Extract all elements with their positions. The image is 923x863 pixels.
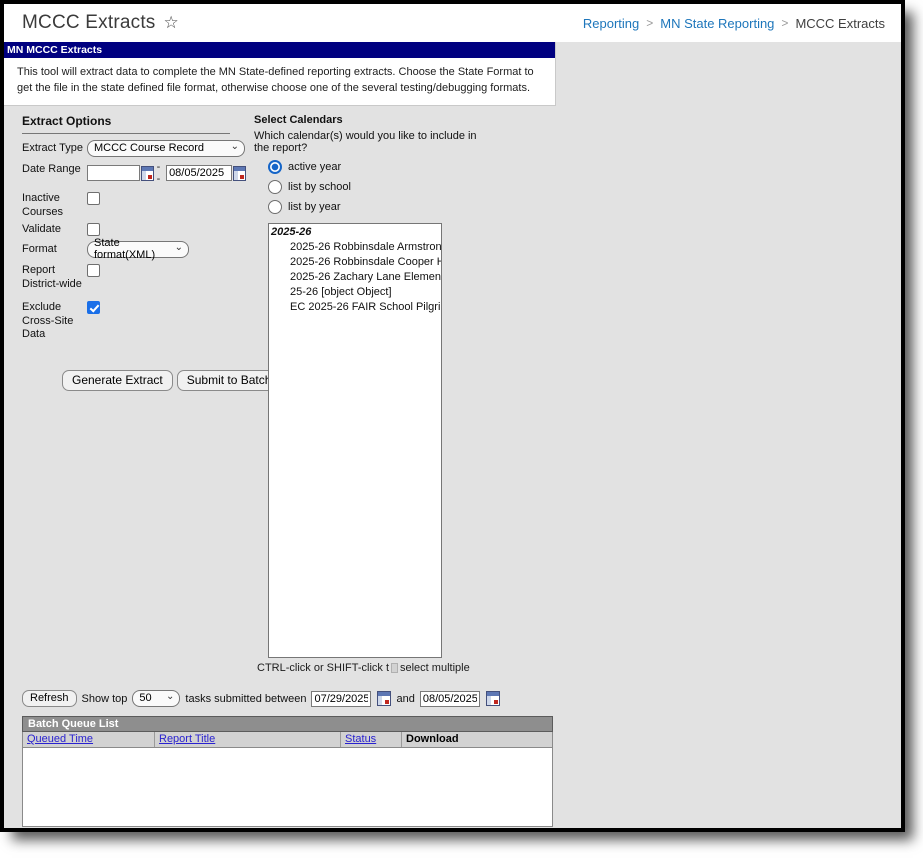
calendar-icon[interactable] — [485, 691, 500, 706]
radio-option-list-by-year[interactable]: list by year — [268, 200, 484, 214]
generate-extract-button[interactable]: Generate Extract — [62, 370, 173, 391]
date-range-label: Date Range — [22, 163, 81, 175]
date-range-start-input[interactable] — [87, 165, 140, 181]
multi-select-hint: CTRL-click or SHIFT-click t select multi… — [257, 662, 484, 674]
show-top-value: 50 — [139, 692, 152, 704]
extract-options-heading: Extract Options — [22, 114, 230, 134]
list-item[interactable]: EC 2025-26 FAIR School Pilgrim — [269, 299, 441, 314]
batch-queue-section: Refresh Show top 50 ⌄ tasks submitted be… — [22, 690, 559, 827]
calendar-listbox[interactable]: 2025-26 2025-26 Robbinsdale Armstrong 20… — [268, 223, 442, 658]
list-by-year-radio-label: list by year — [288, 201, 341, 213]
refresh-button[interactable]: Refresh — [22, 690, 77, 707]
report-district-wide-label: Report District-wide — [22, 264, 82, 290]
breadcrumb-link-reporting[interactable]: Reporting — [583, 16, 639, 31]
list-item[interactable]: 25-26 [object Object] — [269, 284, 441, 299]
list-item[interactable]: 2025-26 Robbinsdale Armstrong — [269, 239, 441, 254]
calendar-icon[interactable] — [141, 165, 154, 181]
select-calendars-section: Select Calendars Which calendar(s) would… — [254, 114, 484, 674]
extract-type-label: Extract Type — [22, 142, 83, 154]
and-label: and — [396, 692, 415, 705]
breadcrumb-current: MCCC Extracts — [795, 15, 885, 31]
favorite-star-icon[interactable]: ☆ — [164, 13, 179, 33]
column-header-download: Download — [406, 733, 459, 745]
format-value: State format(XML) — [94, 237, 156, 262]
format-label: Format — [22, 243, 57, 256]
batch-start-date-input[interactable] — [311, 690, 372, 707]
column-header-report-title[interactable]: Report Title — [155, 732, 341, 747]
inactive-courses-label: Inactive Courses — [22, 192, 63, 218]
list-item[interactable]: 2025-26 Robbinsdale Cooper Hig — [269, 254, 441, 269]
column-header-queued-time[interactable]: Queued Time — [23, 732, 155, 747]
active-year-radio[interactable] — [268, 160, 282, 174]
tool-description: This tool will extract data to complete … — [17, 66, 534, 94]
date-range-separator: -- — [156, 161, 161, 185]
batch-queue-empty-body — [22, 748, 553, 827]
tool-description-panel: MN MCCC Extracts This tool will extract … — [4, 42, 556, 107]
exclude-cross-site-checkbox[interactable] — [87, 300, 100, 314]
extract-type-select[interactable]: MCCC Course Record ⌄ — [87, 140, 245, 157]
calendar-icon[interactable] — [233, 165, 246, 181]
breadcrumb-link-mn-state-reporting[interactable]: MN State Reporting — [660, 16, 774, 31]
breadcrumb-separator-icon: > — [781, 16, 789, 30]
radio-option-active-year[interactable]: active year — [268, 160, 484, 174]
multi-select-hint-prefix: CTRL-click or SHIFT-click t — [257, 662, 389, 674]
format-select[interactable]: State format(XML) ⌄ — [87, 237, 189, 261]
show-top-select[interactable]: 50 ⌄ — [132, 690, 181, 707]
exclude-cross-site-label: Exclude Cross-Site Data — [22, 300, 74, 341]
batch-queue-list-title: Batch Queue List — [22, 716, 553, 732]
chevron-down-icon: ⌄ — [174, 241, 183, 253]
page-header: MCCC Extracts ☆ Reporting > MN State Rep… — [4, 4, 901, 42]
list-by-year-radio[interactable] — [268, 200, 282, 214]
batch-end-date-input[interactable] — [419, 690, 480, 707]
breadcrumb-separator-icon: > — [646, 16, 654, 30]
select-calendars-question: Which calendar(s) would you like to incl… — [254, 130, 477, 154]
batch-queue-header-row: Queued Time Report Title Status Download — [22, 732, 553, 748]
list-by-school-radio[interactable] — [268, 180, 282, 194]
list-by-school-radio-label: list by school — [288, 181, 351, 193]
breadcrumb: Reporting > MN State Reporting > MCCC Ex… — [583, 16, 885, 31]
content-area: MN MCCC Extracts This tool will extract … — [4, 42, 901, 828]
multi-select-hint-suffix: select multiple — [400, 662, 470, 674]
batch-queue-controls: Refresh Show top 50 ⌄ tasks submitted be… — [22, 690, 559, 707]
chevron-down-icon: ⌄ — [166, 690, 175, 702]
missing-glyph-box — [391, 663, 398, 673]
column-header-status[interactable]: Status — [341, 732, 402, 747]
show-top-label: Show top — [81, 692, 128, 705]
extract-options-section: Extract Options Extract Type MCCC Course… — [22, 114, 282, 391]
radio-option-list-by-school[interactable]: list by school — [268, 180, 484, 194]
select-calendars-heading: Select Calendars — [254, 114, 343, 126]
validate-checkbox[interactable] — [87, 222, 100, 236]
active-year-radio-label: active year — [288, 161, 342, 173]
list-item[interactable]: 2025-26 Zachary Lane Elementar — [269, 269, 441, 284]
report-district-wide-checkbox[interactable] — [87, 264, 100, 278]
chevron-down-icon: ⌄ — [230, 140, 239, 152]
calendar-group-label: 2025-26 — [271, 226, 312, 238]
inactive-courses-checkbox[interactable] — [87, 192, 100, 205]
app-window: MCCC Extracts ☆ Reporting > MN State Rep… — [0, 0, 905, 832]
tasks-submitted-between-label: tasks submitted between — [185, 692, 307, 705]
validate-label: Validate — [22, 222, 61, 235]
page-title: MCCC Extracts — [22, 12, 156, 33]
extract-type-value: MCCC Course Record — [94, 142, 205, 154]
date-range-end-input[interactable] — [166, 165, 233, 181]
tool-title-bar: MN MCCC Extracts — [4, 42, 555, 58]
calendar-icon[interactable] — [377, 691, 392, 706]
